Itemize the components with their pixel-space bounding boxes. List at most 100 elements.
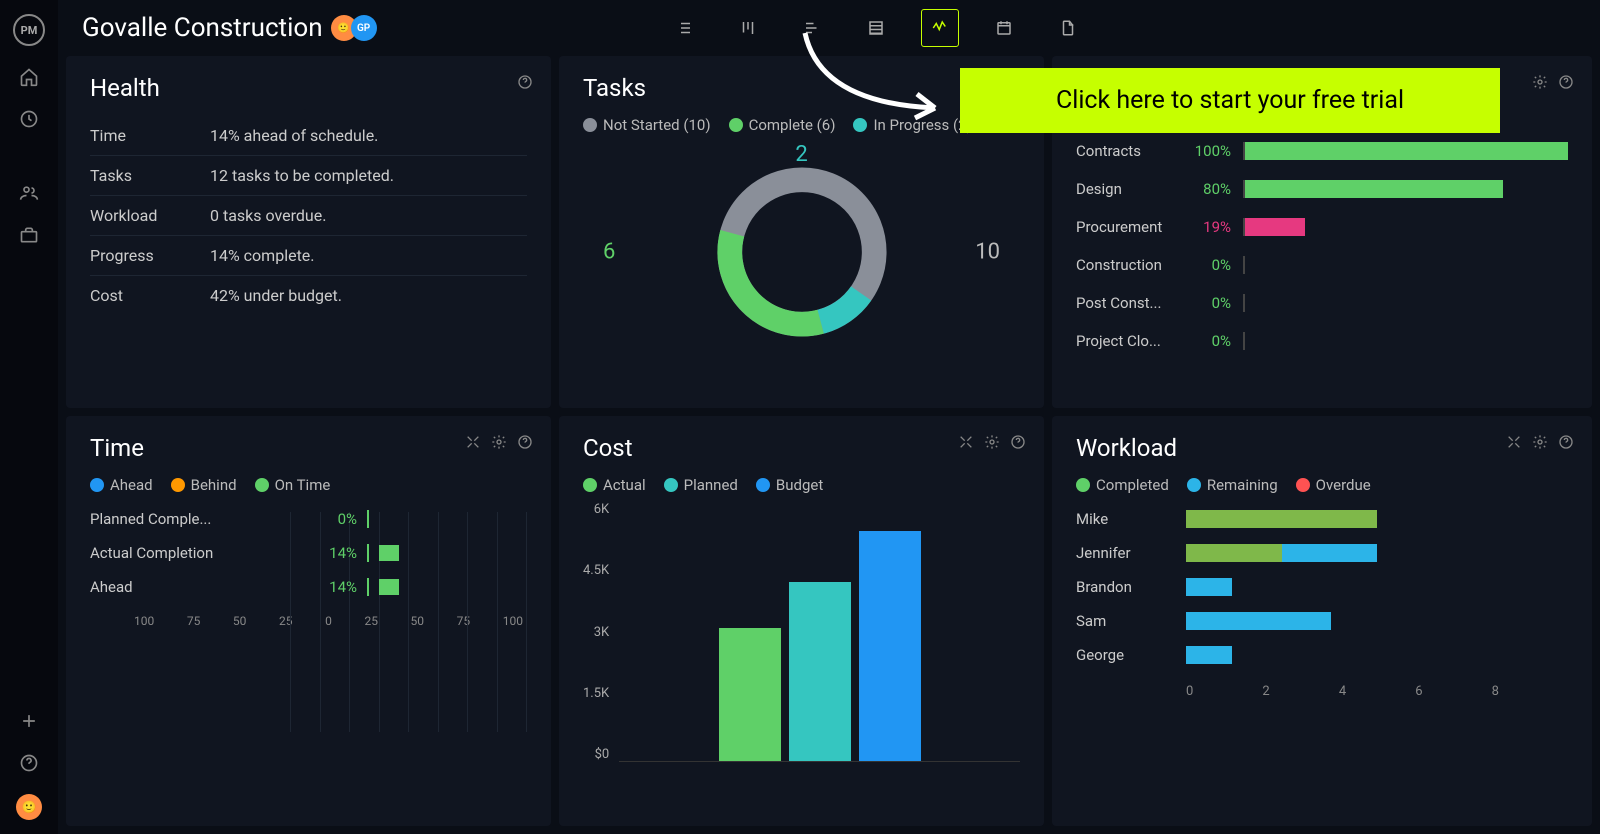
gear-icon[interactable] — [1532, 74, 1548, 90]
cost-bar — [859, 531, 921, 761]
legend-label: Planned — [684, 476, 738, 494]
workload-label: Brandon — [1076, 578, 1176, 596]
expand-icon[interactable] — [465, 434, 481, 450]
health-row: Time14% ahead of schedule. — [90, 116, 527, 156]
time-label: Planned Comple... — [90, 510, 240, 528]
gear-icon[interactable] — [984, 434, 1000, 450]
gear-icon[interactable] — [491, 434, 507, 450]
time-row: Planned Comple...0% — [90, 502, 527, 536]
legend-label: Ahead — [110, 476, 153, 494]
progress-bar-track — [1243, 142, 1568, 160]
free-trial-cta[interactable]: Click here to start your free trial — [960, 68, 1500, 133]
help-icon[interactable] — [1558, 434, 1574, 450]
legend-label: In Progress (2) — [873, 116, 971, 134]
health-row: Progress14% complete. — [90, 236, 527, 276]
progress-row: Design80% — [1076, 170, 1568, 208]
health-label: Cost — [90, 286, 210, 305]
legend-item[interactable]: Behind — [171, 476, 237, 494]
help-icon[interactable] — [1558, 74, 1574, 90]
help-icon[interactable] — [1010, 434, 1026, 450]
app-logo[interactable]: PM — [13, 14, 45, 46]
progress-label: Construction — [1076, 256, 1171, 274]
health-row: Tasks12 tasks to be completed. — [90, 156, 527, 196]
axis-tick: 4 — [1339, 684, 1415, 699]
legend-item[interactable]: Remaining — [1187, 476, 1278, 494]
legend-item[interactable]: Ahead — [90, 476, 153, 494]
time-row: Actual Completion 14% — [90, 536, 527, 570]
help-icon[interactable] — [517, 434, 533, 450]
user-avatar[interactable]: 🙂 — [16, 794, 42, 820]
expand-icon[interactable] — [958, 434, 974, 450]
briefcase-icon[interactable] — [18, 224, 40, 246]
legend-item[interactable]: Planned — [664, 476, 738, 494]
legend-label: Actual — [603, 476, 646, 494]
gear-icon[interactable] — [1532, 434, 1548, 450]
time-label: Actual Completion — [90, 544, 240, 562]
left-sidebar: PM 🙂 — [0, 0, 58, 834]
help-icon[interactable] — [18, 752, 40, 774]
tasks-legend: Not Started (10) Complete (6) In Progress … — [583, 116, 1020, 134]
board-view-icon[interactable] — [729, 9, 767, 47]
workload-row: Mike — [1076, 502, 1568, 536]
legend-label: Complete (6) — [749, 116, 836, 134]
progress-pct: 19% — [1183, 218, 1231, 236]
progress-pct: 80% — [1183, 180, 1231, 198]
legend-dot — [729, 118, 743, 132]
time-pct: 14% — [315, 544, 357, 562]
health-label: Tasks — [90, 166, 210, 185]
avatar-2[interactable]: GP — [351, 15, 377, 41]
legend-label: Budget — [776, 476, 823, 494]
workload-panel: Workload CompletedRemainingOverdue MikeJ… — [1052, 416, 1592, 826]
cost-panel: Cost ActualPlannedBudget 6K4.5K3K1.5K$0 — [559, 416, 1044, 826]
progress-pct: 0% — [1183, 332, 1231, 350]
member-avatars[interactable]: 🙂 GP — [337, 15, 377, 41]
workload-bar-segment — [1186, 578, 1232, 596]
legend-item[interactable]: Budget — [756, 476, 823, 494]
axis-tick: 4.5K — [583, 563, 609, 578]
cost-bar — [789, 582, 851, 761]
clock-icon[interactable] — [18, 108, 40, 130]
progress-bar-track — [1243, 218, 1568, 236]
home-icon[interactable] — [18, 66, 40, 88]
legend-item[interactable]: Not Started (10) — [583, 116, 711, 134]
axis-tick: 50 — [233, 614, 247, 628]
legend-item[interactable]: Actual — [583, 476, 646, 494]
workload-bar-segment — [1186, 646, 1232, 664]
donut-label-inprogress: 2 — [795, 142, 807, 167]
health-value: 14% complete. — [210, 246, 315, 265]
legend-item[interactable]: On Time — [255, 476, 331, 494]
legend-dot — [583, 478, 597, 492]
health-value: 14% ahead of schedule. — [210, 126, 378, 145]
legend-item[interactable]: In Progress (2) — [853, 116, 971, 134]
workload-label: Jennifer — [1076, 544, 1176, 562]
axis-tick: 75 — [187, 614, 201, 628]
legend-dot — [756, 478, 770, 492]
help-icon[interactable] — [517, 74, 533, 90]
progress-row: Construction0% — [1076, 246, 1568, 284]
calendar-view-icon[interactable] — [985, 9, 1023, 47]
progress-row: Contracts100% — [1076, 132, 1568, 170]
axis-tick: 3K — [583, 625, 609, 640]
list-view-icon[interactable] — [665, 9, 703, 47]
workload-row: Sam — [1076, 604, 1568, 638]
legend-item[interactable]: Complete (6) — [729, 116, 836, 134]
add-icon[interactable] — [18, 710, 40, 732]
panel-title: Time — [90, 434, 527, 462]
legend-item[interactable]: Completed — [1076, 476, 1169, 494]
workload-row: Brandon — [1076, 570, 1568, 604]
workload-label: Mike — [1076, 510, 1176, 528]
team-icon[interactable] — [18, 182, 40, 204]
topbar: Govalle Construction 🙂 GP — [58, 0, 1600, 56]
sheet-view-icon[interactable] — [857, 9, 895, 47]
expand-icon[interactable] — [1506, 434, 1522, 450]
file-view-icon[interactable] — [1049, 9, 1087, 47]
workload-bar-track — [1186, 510, 1568, 528]
gantt-view-icon[interactable] — [793, 9, 831, 47]
project-title: Govalle Construction — [82, 13, 323, 43]
time-label: Ahead — [90, 578, 240, 596]
health-label: Progress — [90, 246, 210, 265]
legend-item[interactable]: Overdue — [1296, 476, 1371, 494]
app-root: PM 🙂 Govalle Construction 🙂 GP — [0, 0, 1600, 834]
dashboard-view-icon[interactable] — [921, 9, 959, 47]
progress-pct: 100% — [1183, 142, 1231, 160]
